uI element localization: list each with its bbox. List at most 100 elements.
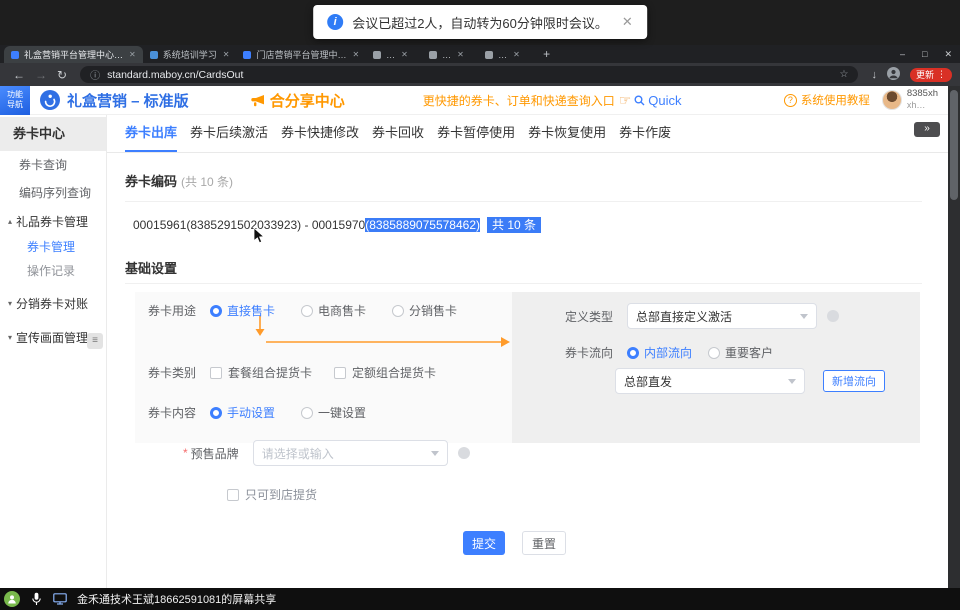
new-tab-button[interactable]: +	[543, 46, 550, 63]
pointing-hand-icon: ☞	[619, 92, 632, 109]
function-nav-button[interactable]: 功能 导航	[0, 86, 30, 115]
tab-card-quick-edit[interactable]: 券卡快捷修改	[281, 115, 359, 152]
browser-tab-3[interactable]: 门店营销平台管理中… ✕	[236, 46, 366, 63]
sidebar-item-card-management[interactable]: 券卡管理	[0, 235, 106, 259]
sidebar-group-gift-card-management[interactable]: ▴ 礼品券卡管理	[0, 207, 106, 235]
screen: i 会议已超过2人，自动转为60分钟限时会议。 ✕ 礼盒营销平台管理中心… ✕ …	[0, 0, 960, 610]
banner-close-icon[interactable]: ✕	[622, 14, 633, 30]
card-content-label: 券卡内容	[148, 404, 196, 421]
browser-tab-1[interactable]: 礼盒营销平台管理中心… ✕	[4, 46, 143, 63]
required-mark: *	[183, 446, 188, 460]
tab-card-recycle[interactable]: 券卡回收	[372, 115, 424, 152]
tab-close-icon[interactable]: ✕	[223, 50, 230, 59]
browser-tab-6[interactable]: … ✕	[478, 46, 534, 63]
tab-card-outbound[interactable]: 券卡出库	[125, 115, 177, 152]
checkbox-label: 只可到店提货	[245, 486, 317, 503]
site-info-icon[interactable]: ⓘ	[90, 67, 100, 82]
tab-card-suspend[interactable]: 券卡暂停使用	[437, 115, 515, 152]
forward-button[interactable]: →	[35, 68, 47, 82]
tab-close-icon[interactable]: ✕	[401, 50, 408, 59]
sidebar-title: 券卡中心	[0, 117, 106, 151]
tutorial-link[interactable]: ? 系统使用教程	[784, 92, 870, 108]
browser-tab-4[interactable]: … ✕	[366, 46, 422, 63]
radio-icon	[301, 407, 313, 419]
meeting-banner: i 会议已超过2人，自动转为60分钟限时会议。 ✕	[313, 5, 647, 39]
tab-label: 系统培训学习	[163, 48, 217, 61]
presale-brand-select[interactable]: 请选择或输入	[253, 440, 448, 466]
user-avatar[interactable]	[882, 90, 902, 110]
microphone-icon[interactable]	[31, 592, 42, 606]
tab-favicon	[429, 51, 437, 59]
tab-card-followup-activation[interactable]: 券卡后续激活	[190, 115, 268, 152]
flow-select[interactable]: 总部直发	[615, 368, 805, 394]
checkbox-fixed-combo-pickup-card[interactable]: 定额组合提货卡	[334, 364, 436, 381]
card-category-row: 券卡类别 套餐组合提货卡 定额组合提货卡	[148, 364, 458, 381]
presale-brand-row: * 预售品牌 请选择或输入	[183, 440, 470, 466]
tab-close-icon[interactable]: ✕	[129, 50, 136, 59]
chevron-down-icon	[788, 379, 796, 384]
screen-share-icon[interactable]	[53, 593, 67, 605]
help-circle-icon[interactable]	[458, 447, 470, 459]
sidebar-item-operation-log[interactable]: 操作记录	[0, 259, 106, 283]
count-badge: 共 10 条	[487, 217, 541, 233]
scrollbar-thumb[interactable]	[950, 90, 958, 200]
sidebar-item-card-query[interactable]: 券卡查询	[0, 151, 106, 179]
sidebar: 券卡中心 券卡查询 编码序列查询 ▴ 礼品券卡管理 券卡管理 操作记录 ▾ 分销…	[0, 115, 107, 588]
bookmark-star-icon[interactable]: ☆	[840, 69, 849, 80]
sidebar-group-label: 礼品券卡管理	[16, 213, 88, 230]
kebab-menu-icon: ⋮	[937, 69, 946, 80]
sidebar-item-code-sequence-query[interactable]: 编码序列查询	[0, 179, 106, 207]
checkbox-icon	[210, 367, 222, 379]
radio-one-click-setup[interactable]: 一键设置	[301, 404, 366, 421]
reset-button[interactable]: 重置	[522, 531, 566, 555]
tab-favicon	[11, 51, 19, 59]
tab-close-icon[interactable]: ✕	[513, 50, 520, 59]
radio-ecommerce-sale[interactable]: 电商售卡	[301, 302, 366, 319]
add-flow-button[interactable]: 新增流向	[823, 370, 885, 392]
tutorial-label: 系统使用教程	[801, 92, 870, 108]
basic-settings-form: 券卡用途 直接售卡 电商售卡 分销售卡 券卡类别 套餐组合提货卡 定额组合提货卡…	[135, 292, 920, 527]
tab-close-icon[interactable]: ✕	[457, 50, 464, 59]
browser-tab-5[interactable]: … ✕	[422, 46, 478, 63]
help-circle-icon[interactable]	[827, 310, 839, 322]
quick-search-link[interactable]: Quick	[634, 93, 681, 108]
tab-card-void[interactable]: 券卡作废	[619, 115, 671, 152]
divider	[125, 283, 922, 284]
radio-important-customer[interactable]: 重要客户	[708, 344, 773, 361]
browser-profile-avatar[interactable]	[887, 67, 900, 83]
card-usage-label: 券卡用途	[148, 302, 196, 319]
tab-close-icon[interactable]: ✕	[352, 50, 359, 59]
radio-internal-flow[interactable]: 内部流向	[627, 344, 692, 361]
browser-tab-2[interactable]: 系统培训学习 ✕	[143, 46, 237, 63]
page-scrollbar[interactable]	[948, 86, 960, 588]
radio-icon	[210, 305, 222, 317]
web-page: 功能 导航 礼盒营销 – 标准版 合分享中心 更快捷的券卡、订单和快递查询入口 …	[0, 86, 948, 588]
form-actions: 提交 重置	[107, 531, 922, 555]
tab-favicon	[243, 51, 251, 59]
select-placeholder: 请选择或输入	[262, 445, 334, 462]
checkbox-combo-pickup-card[interactable]: 套餐组合提货卡	[210, 364, 312, 381]
info-icon: i	[327, 14, 343, 30]
back-button[interactable]: ←	[13, 68, 25, 82]
tab-label: …	[442, 50, 451, 60]
define-type-select[interactable]: 总部直接定义激活	[627, 303, 817, 329]
minimize-button[interactable]: –	[900, 49, 905, 59]
sidebar-group-distribution-reconciliation[interactable]: ▾ 分销券卡对账	[0, 289, 106, 317]
radio-direct-sale[interactable]: 直接售卡	[210, 302, 275, 319]
code-prefix: 00015961(8385291502033923) - 00015970	[133, 218, 365, 232]
download-icon[interactable]: ↓	[871, 69, 877, 81]
radio-distribution-sale[interactable]: 分销售卡	[392, 302, 457, 319]
url-field[interactable]: ⓘ standard.maboy.cn/CardsOut ☆	[80, 66, 858, 83]
chrome-update-menu-button[interactable]: 更新 ⋮	[910, 68, 952, 82]
share-center-link[interactable]: 合分享中心	[251, 90, 345, 111]
close-window-button[interactable]: ✕	[944, 49, 952, 60]
tab-card-resume[interactable]: 券卡恢复使用	[528, 115, 606, 152]
panel-collapse-button[interactable]: »	[914, 122, 940, 137]
user-names: 8385xh xh…	[907, 89, 938, 110]
radio-manual-setup[interactable]: 手动设置	[210, 404, 275, 421]
sidebar-collapse-handle[interactable]: ≡	[87, 333, 103, 349]
submit-button[interactable]: 提交	[463, 531, 505, 555]
reload-button[interactable]: ↻	[57, 68, 67, 82]
maximize-button[interactable]: □	[922, 49, 927, 59]
checkbox-store-pickup-only[interactable]: 只可到店提货	[227, 486, 317, 503]
